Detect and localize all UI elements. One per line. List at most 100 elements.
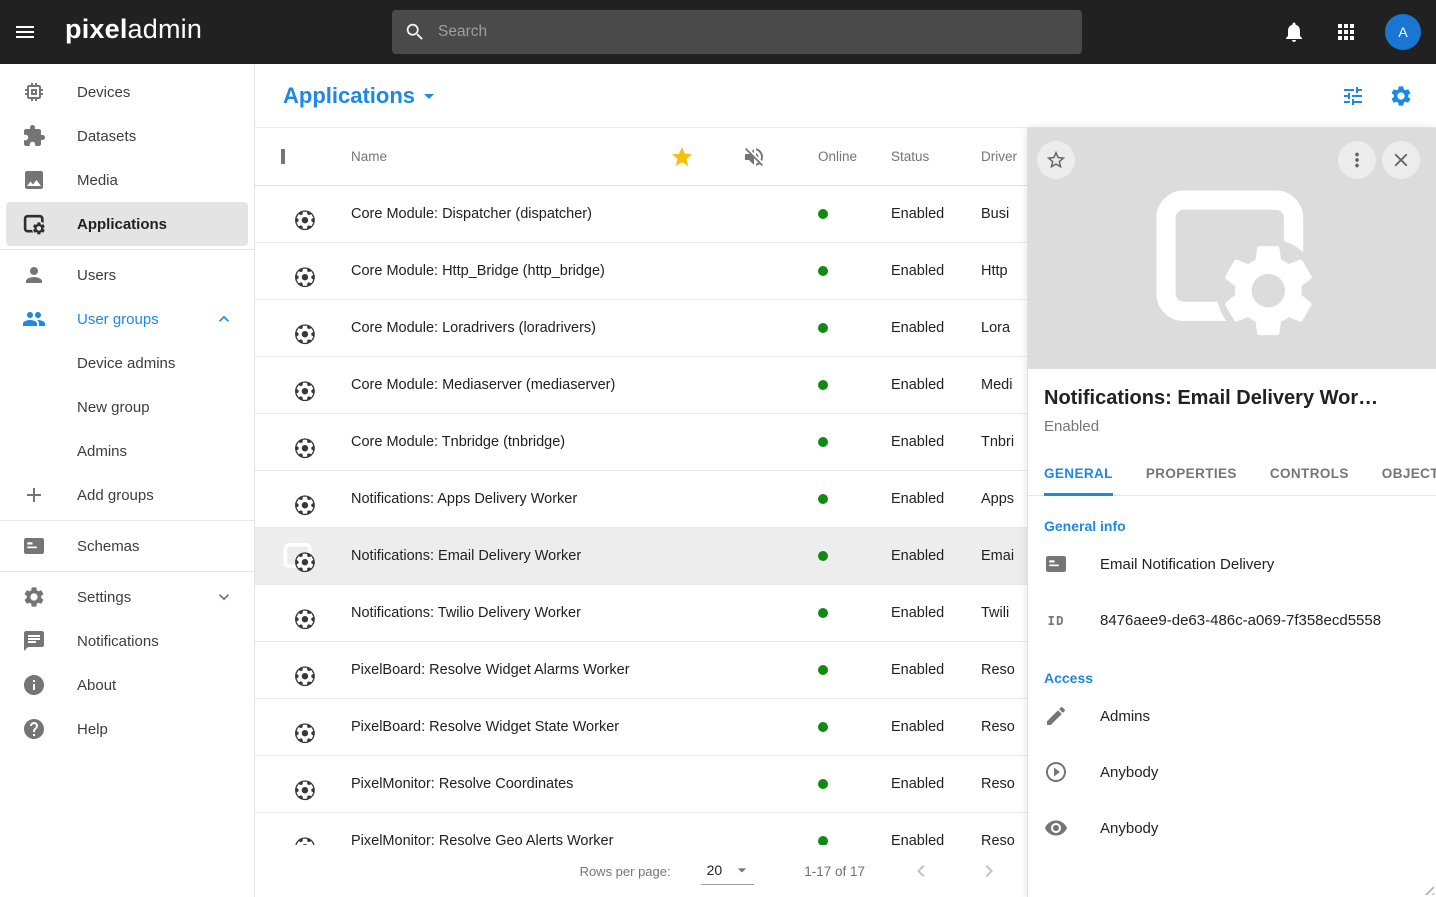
resize-handle[interactable] [1421,882,1434,895]
user-avatar[interactable]: A [1385,14,1421,50]
detail-row: Anybody [1028,800,1436,856]
next-page-icon[interactable] [977,859,1001,883]
cell-status: Enabled [886,719,981,735]
cell-name: Core Module: Mediaserver (mediaserver) [343,377,646,393]
column-status[interactable]: Status [886,149,981,164]
extension-icon [22,124,46,148]
settings-gear-icon[interactable] [1389,84,1413,108]
more-options-button[interactable] [1338,141,1376,179]
notifications-bell-icon[interactable] [1282,20,1306,44]
cell-online [790,779,886,789]
sidebar-item-users[interactable]: Users [6,253,248,297]
divider [0,571,254,572]
edit-icon [1044,704,1068,728]
sidebar-item-settings[interactable]: Settings [6,575,248,619]
cell-name: Core Module: Loradrivers (loradrivers) [343,320,646,336]
cell-online [790,437,886,447]
caret-down-icon [417,84,441,108]
section-access: Access [1044,670,1420,686]
person-icon [22,263,46,287]
page-title-dropdown[interactable]: Applications [283,83,441,109]
select-all-checkbox[interactable] [281,149,285,164]
schema-icon [22,534,46,558]
access-rows: AdminsAnybodyAnybody [1028,688,1436,856]
favorite-column-icon[interactable] [670,145,694,169]
favorite-button[interactable] [1037,141,1075,179]
cell-name: Core Module: Http_Bridge (http_bridge) [343,263,646,279]
sidebar-item-devices[interactable]: Devices [6,70,248,114]
online-status-dot [818,266,828,276]
search-input[interactable] [436,22,1070,42]
online-status-dot [818,323,828,333]
sidebar-item-notifications[interactable]: Notifications [6,619,248,663]
dropdown-caret-icon [732,860,752,880]
detail-text: Anybody [1100,764,1158,781]
cell-online [790,323,886,333]
sidebar-item-help[interactable]: Help [6,707,248,751]
panel-hero-image [1028,128,1436,369]
sidebar-item-about[interactable]: About [6,663,248,707]
cell-name: PixelBoard: Resolve Widget State Worker [343,719,646,735]
cell-online [790,209,886,219]
sidebar-item-user-groups[interactable]: User groups [6,297,248,341]
image-icon [22,168,46,192]
application-icon [281,653,315,687]
sidebar-item-device-admins[interactable]: Device admins [6,341,248,385]
pagination-bar: Rows per page: 20 1-17 of 17 [255,845,1027,897]
apps-grid-icon[interactable] [1334,20,1358,44]
settings-icon [22,585,46,609]
sidebar-item-schemas[interactable]: Schemas [6,524,248,568]
cell-status: Enabled [886,776,981,792]
message-icon [22,629,46,653]
sidebar-item-label: Device admins [77,355,175,372]
sidebar-item-label: Notifications [77,633,159,650]
close-panel-button[interactable] [1382,141,1420,179]
online-status-dot [818,494,828,504]
help-icon [22,717,46,741]
sidebar-item-applications[interactable]: Applications [6,202,248,246]
top-app-bar: pixeladmin A [0,0,1436,64]
more-vert-icon [1346,149,1368,171]
cell-status: Enabled [886,377,981,393]
cell-status: Enabled [886,605,981,621]
close-icon [1390,149,1412,171]
application-icon [281,197,315,231]
cell-name: Core Module: Tnbridge (tnbridge) [343,434,646,450]
tab-controls[interactable]: CONTROLS [1270,456,1349,495]
global-search[interactable] [392,10,1082,54]
sidebar-item-label: New group [77,399,150,416]
tune-filter-icon[interactable] [1341,84,1365,108]
sidebar-item-datasets[interactable]: Datasets [6,114,248,158]
application-hero-icon [1135,169,1330,347]
tab-general[interactable]: GENERAL [1044,456,1113,495]
panel-tabs: GENERAL PROPERTIES CONTROLS OBJECTS [1028,456,1436,496]
rows-per-page-label: Rows per page: [580,864,671,879]
cell-name: Notifications: Twilio Delivery Worker [343,605,646,621]
schema-icon [1044,552,1068,576]
rows-per-page-select[interactable]: 20 [701,858,755,885]
icon-placeholder [22,351,46,375]
topbar-actions: A [1282,0,1436,64]
tab-properties[interactable]: PROPERTIES [1146,456,1237,495]
online-status-dot [818,722,828,732]
column-online[interactable]: Online [790,149,886,164]
content-header: Applications [255,64,1436,128]
cell-status: Enabled [886,434,981,450]
online-status-dot [818,380,828,390]
column-name[interactable]: Name [343,149,646,164]
star-outline-icon [1045,149,1067,171]
hamburger-menu-icon[interactable] [13,20,37,44]
sidebar-item-add-groups[interactable]: Add groups [6,473,248,517]
sidebar-item-admins[interactable]: Admins [6,429,248,473]
cell-online [790,551,886,561]
application-icon [281,368,315,402]
cell-status: Enabled [886,320,981,336]
previous-page-icon[interactable] [909,859,933,883]
tab-objects[interactable]: OBJECTS [1382,456,1436,495]
sidebar-item-media[interactable]: Media [6,158,248,202]
memory-icon [22,80,46,104]
detail-row: Email Notification Delivery [1028,536,1436,592]
mute-column-icon[interactable] [742,145,766,169]
sidebar-item-new-group[interactable]: New group [6,385,248,429]
online-status-dot [818,437,828,447]
